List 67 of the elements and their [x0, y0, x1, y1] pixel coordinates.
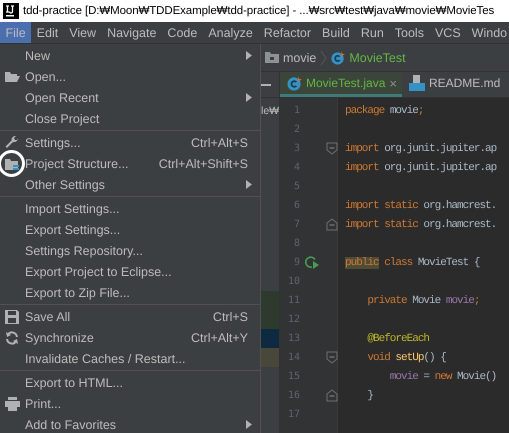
markdown-file-icon — [408, 75, 425, 91]
minimize-icon[interactable] — [261, 84, 271, 86]
code-line: import static org.hamcrest. — [344, 198, 496, 214]
tree-row-highlight — [261, 348, 279, 367]
code-line: @BeforeEach — [366, 332, 430, 346]
chevron-icon — [320, 50, 328, 66]
sync-icon — [5, 330, 19, 344]
code-line: void setUp() { — [366, 350, 446, 366]
fold-icon[interactable] — [326, 389, 338, 402]
menu-item[interactable]: Export Project to Eclipse... — [0, 261, 260, 282]
tree-item-text[interactable]: le₩ — [261, 104, 280, 116]
code-line: import static org.hamcrest. — [344, 218, 496, 232]
menu-bar-item[interactable]: Edit — [31, 22, 64, 43]
folder-icon — [4, 156, 20, 170]
menu-bar-item[interactable]: Windo — [466, 22, 509, 43]
save-icon — [5, 310, 19, 324]
menu-item[interactable]: Export to HTML... — [0, 372, 260, 393]
menu-item[interactable]: Open Recent — [0, 87, 260, 108]
folder-icon — [265, 52, 279, 63]
menu-bar-item[interactable]: View — [64, 22, 102, 43]
editor-tab[interactable]: MovieTest.java × — [280, 72, 402, 97]
menu-bar-item[interactable]: Build — [316, 22, 356, 43]
fold-icon[interactable] — [326, 218, 338, 231]
menu-bar-item[interactable]: Code — [162, 22, 203, 43]
folder-open-icon — [4, 70, 20, 82]
menu-item[interactable]: Export to Zip File... — [0, 282, 260, 303]
menu-item[interactable]: Settings Repository... — [0, 240, 260, 261]
menu-item[interactable]: Save All Ctrl+S — [0, 306, 260, 327]
run-icon[interactable] — [305, 256, 319, 269]
code-line: package movie; — [344, 104, 424, 118]
menu-item[interactable]: Settings... Ctrl+Alt+S — [0, 132, 260, 153]
class-icon — [287, 76, 302, 90]
breadcrumb-item[interactable]: movie — [283, 50, 316, 64]
tree-row-highlight — [261, 329, 279, 348]
menu-item[interactable]: Invalidate Caches / Restart... — [0, 348, 260, 369]
class-icon — [331, 50, 346, 64]
menu-bar-item[interactable]: Analyze — [202, 22, 258, 43]
menu-item[interactable]: Close Project — [0, 108, 260, 129]
menu-bar-item[interactable]: Refactor — [258, 22, 317, 43]
menu-bar-item[interactable]: Navigate — [102, 22, 162, 43]
menu-bar-item[interactable]: Tools — [389, 22, 430, 43]
editor-tab[interactable]: README.md — [402, 72, 506, 97]
menu-item[interactable]: Import Settings... — [0, 198, 260, 219]
app-logo-icon — [3, 3, 19, 19]
breadcrumb-item[interactable]: MovieTest — [349, 50, 406, 64]
menu-item[interactable]: New — [0, 45, 260, 66]
menu-bar-item[interactable]: VCS — [429, 22, 466, 43]
code-line: movie = new Movie() — [388, 370, 496, 384]
fold-icon[interactable] — [326, 142, 338, 155]
close-icon[interactable]: × — [389, 76, 397, 90]
code-line: } — [366, 388, 374, 404]
printer-icon — [4, 396, 20, 410]
code-line: import org.junit.jupiter.ap — [344, 160, 496, 176]
menu-bar-item[interactable]: Run — [355, 22, 390, 43]
fold-icon[interactable] — [326, 351, 338, 364]
wrench-icon — [4, 134, 20, 150]
menu-item[interactable]: Open... — [0, 66, 260, 87]
menu-item[interactable]: Project Structure... Ctrl+Alt+Shift+S — [0, 153, 260, 174]
code-line: import org.junit.jupiter.ap — [344, 142, 496, 156]
menu-item[interactable]: Add to Favorites — [0, 414, 260, 433]
code-line: private Movie movie; — [366, 294, 480, 308]
menu-item[interactable]: Synchronize Ctrl+Alt+Y — [0, 327, 260, 348]
menu-item[interactable]: Print... — [0, 393, 260, 414]
menu-item[interactable]: Export Settings... — [0, 219, 260, 240]
menu-item[interactable]: Other Settings — [0, 174, 260, 195]
code-line: public class MovieTest { — [344, 256, 480, 270]
window-title: tdd-practice [D:₩Moon₩TDDExample₩tdd-practice] - ...₩src₩test₩java₩movie₩MovieTes — [23, 5, 494, 17]
